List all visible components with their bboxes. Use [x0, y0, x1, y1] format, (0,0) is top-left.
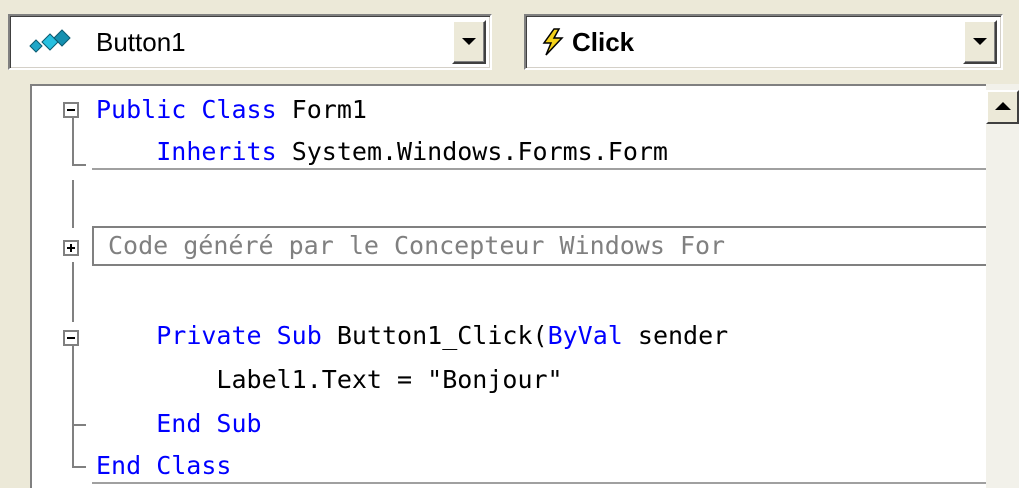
outline-guide — [72, 346, 74, 466]
event-combo-value: Click — [572, 27, 635, 57]
code-line: End Sub — [96, 404, 262, 444]
code-line: Label1.Text = "Bonjour" — [96, 360, 563, 400]
collapse-region-toggle[interactable] — [63, 102, 79, 118]
keyword: Private Sub — [156, 321, 322, 350]
code-line: Private Sub Button1_Click(ByVal sender — [96, 316, 728, 356]
outline-guide — [72, 180, 74, 228]
code-line: Public Class Form1 — [96, 90, 367, 130]
outline-guide — [72, 262, 74, 322]
code-text: Label1.Text = "Bonjour" — [216, 365, 563, 394]
code-text: System.Windows.Forms.Form — [276, 137, 668, 166]
code-text: sender — [622, 321, 729, 350]
keyword: End Class — [96, 451, 232, 480]
code-text: Button1_Click( — [321, 321, 548, 350]
outline-guide-end — [72, 424, 86, 426]
code-line: End Class — [96, 446, 231, 486]
keyword: Inherits — [156, 137, 277, 166]
class-members-icon — [29, 29, 71, 53]
collapsed-region-designer-code[interactable]: Code généré par le Concepteur Windows Fo… — [92, 226, 986, 266]
code-line: Inherits System.Windows.Forms.Form — [96, 132, 668, 172]
vertical-scrollbar[interactable] — [986, 84, 1019, 488]
keyword: Public Class — [96, 95, 277, 124]
event-name-combobox[interactable]: Click — [524, 14, 1003, 70]
object-name-combobox[interactable]: Button1 — [8, 14, 492, 70]
keyword: ByVal — [547, 321, 623, 350]
outline-guide — [72, 118, 74, 164]
combo-separator — [492, 14, 524, 70]
code-text: Form1 — [276, 95, 367, 124]
arrow-up-icon — [995, 102, 1011, 110]
outline-guide-end — [72, 164, 86, 166]
code-editor[interactable]: Public Class Form1 Inherits System.Windo… — [30, 84, 986, 488]
chevron-down-icon — [973, 38, 987, 45]
lightning-event-icon — [542, 28, 564, 56]
scroll-up-button[interactable] — [986, 90, 1019, 124]
object-combo-value: Button1 — [96, 27, 186, 57]
expand-region-toggle[interactable] — [63, 240, 79, 256]
keyword: End Sub — [156, 409, 262, 438]
event-combo-dropdown-button[interactable] — [963, 20, 997, 64]
outline-guide-end — [72, 466, 86, 468]
chevron-down-icon — [462, 38, 476, 45]
collapse-region-toggle[interactable] — [63, 330, 79, 346]
object-combo-dropdown-button[interactable] — [452, 20, 486, 64]
